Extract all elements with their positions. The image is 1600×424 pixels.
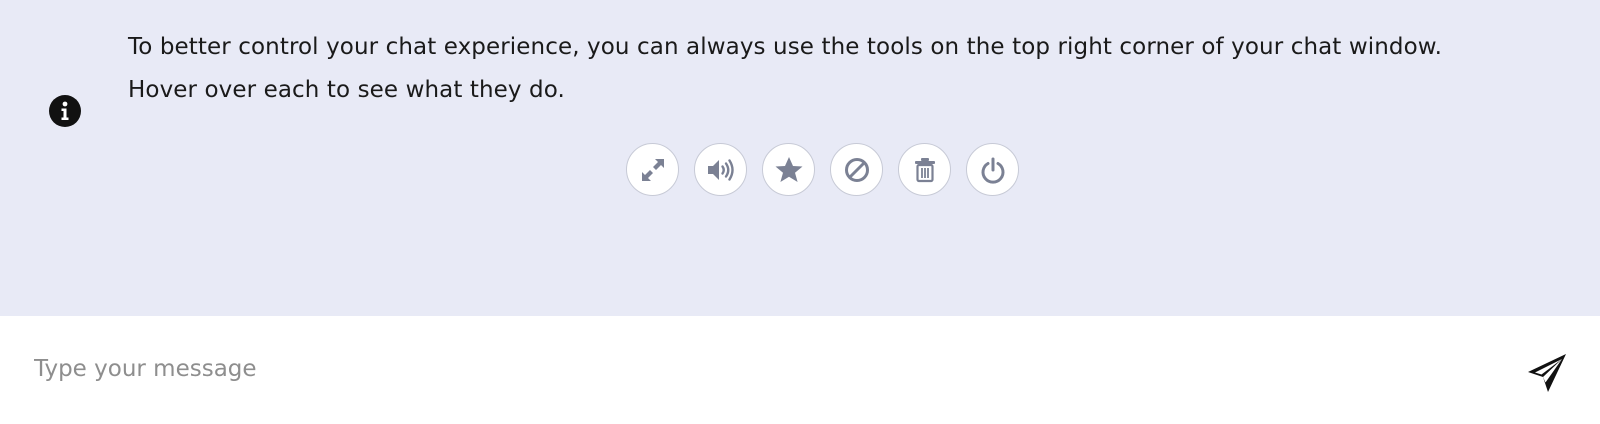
- sound-button[interactable]: [694, 143, 747, 196]
- chat-tools: [626, 143, 1019, 199]
- info-circle-icon: [49, 95, 81, 127]
- block-button[interactable]: [830, 143, 883, 196]
- end-chat-button[interactable]: [966, 143, 1019, 196]
- power-icon: [981, 157, 1004, 184]
- star-icon: [775, 156, 802, 182]
- message-input[interactable]: [34, 340, 1494, 398]
- info-message: To better control your chat experience, …: [128, 26, 1578, 112]
- paper-plane-icon: [1528, 354, 1566, 392]
- delete-button[interactable]: [898, 143, 951, 196]
- send-button[interactable]: [1524, 350, 1570, 396]
- info-message-line-1: To better control your chat experience, …: [128, 34, 1442, 60]
- info-message-line-2: Hover over each to see what they do.: [128, 77, 565, 103]
- ban-icon: [844, 157, 869, 182]
- expand-button[interactable]: [626, 143, 679, 196]
- volume-icon: [707, 158, 734, 181]
- chat-area: To better control your chat experience, …: [0, 0, 1600, 316]
- rate-button[interactable]: [762, 143, 815, 196]
- trash-icon: [914, 157, 935, 182]
- composer: [0, 316, 1600, 424]
- expand-arrows-icon: [641, 158, 664, 181]
